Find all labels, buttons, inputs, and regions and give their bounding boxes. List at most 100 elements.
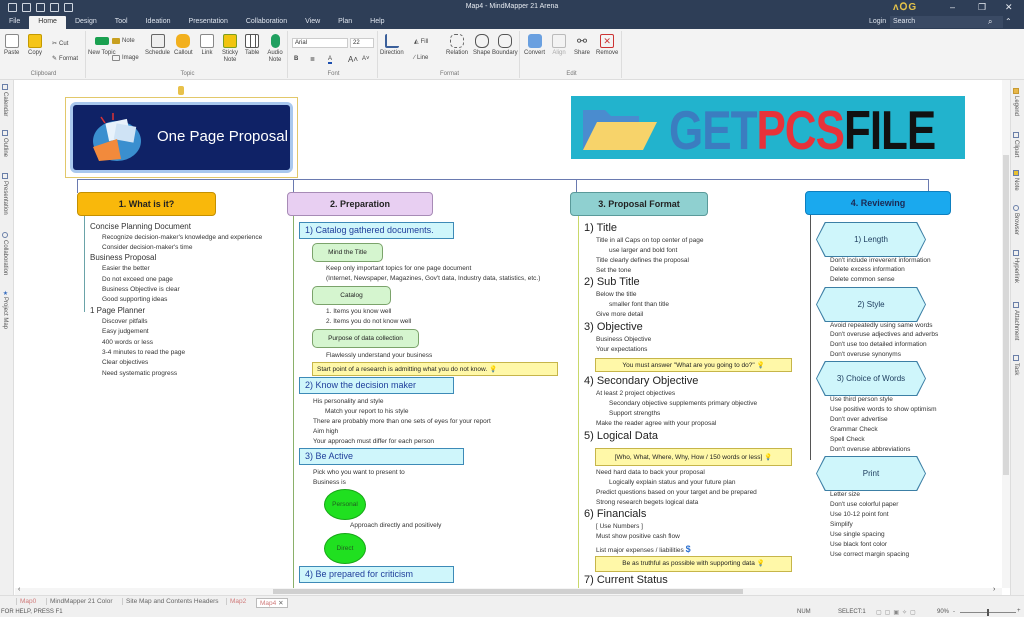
list-item[interactable]: Use black font color xyxy=(830,541,887,548)
menu-collaboration[interactable]: Collaboration xyxy=(237,16,296,29)
topic-what-is-it[interactable]: 1. What is it? xyxy=(77,192,216,216)
menu-help[interactable]: Help xyxy=(361,16,393,29)
remove-button[interactable]: ✕ Remove xyxy=(596,34,618,57)
tab-outline[interactable]: Outline xyxy=(2,130,8,157)
subtopic[interactable]: 6) Financials xyxy=(584,508,646,520)
list-item[interactable]: Don't include irreverent information xyxy=(830,257,931,264)
list-item[interactable]: Avoid repeatedly using same words xyxy=(830,322,933,329)
list-item[interactable]: Business is xyxy=(313,479,346,486)
tab-legend[interactable]: Legend xyxy=(1013,88,1019,116)
list-item[interactable]: Don't overuse abbreviations xyxy=(830,446,910,453)
login-link[interactable]: Login xyxy=(869,18,886,25)
subtopic-catalog-documents[interactable]: 1) Catalog gathered documents. xyxy=(299,222,454,239)
menu-view[interactable]: View xyxy=(296,16,329,29)
sticky-note[interactable]: Start point of a research is admitting w… xyxy=(312,362,558,376)
audio-note-button[interactable]: Audio Note xyxy=(264,34,286,64)
subtopic-be-prepared-for-criticism[interactable]: 4) Be prepared for criticism xyxy=(299,566,454,583)
fill-button[interactable]: ◭ Fill xyxy=(414,38,428,46)
list-item[interactable]: Aim high xyxy=(313,428,338,435)
tab-presentation[interactable]: Presentation xyxy=(2,173,8,215)
list-item[interactable]: Keep only important topics for one page … xyxy=(326,265,471,272)
list-item[interactable]: Match your report to his style xyxy=(325,408,408,415)
vertical-scrollbar[interactable] xyxy=(1002,80,1010,588)
menu-design[interactable]: Design xyxy=(66,16,106,29)
align-button[interactable]: ≣ xyxy=(310,56,315,63)
list-item[interactable]: Grammar Check xyxy=(830,426,878,433)
format-painter-button[interactable]: ✎ Format xyxy=(52,55,78,63)
cut-button[interactable]: ✂ Cut xyxy=(52,40,68,48)
list-item[interactable]: 2. Items you do not know well xyxy=(326,318,411,325)
list-item[interactable]: [ Use Numbers ] xyxy=(596,523,643,530)
list-item[interactable]: There are probably more than one sets of… xyxy=(313,418,491,425)
convert-button[interactable]: Convert xyxy=(524,34,545,57)
boundary-button[interactable]: Boundary xyxy=(492,34,518,57)
subtopic-style[interactable]: 2) Style xyxy=(817,288,925,321)
collapse-ribbon-icon[interactable]: ⌃ xyxy=(1005,17,1012,26)
tab-project-map[interactable]: ★Project Map xyxy=(2,290,9,329)
zoom-slider[interactable] xyxy=(960,609,1016,616)
list-item[interactable]: Pick who you want to present to xyxy=(313,469,405,476)
tab-task[interactable]: Task xyxy=(1013,355,1019,375)
menu-ideation[interactable]: Ideation xyxy=(137,16,180,29)
horizontal-scroll-thumb[interactable] xyxy=(273,589,743,594)
bold-button[interactable]: B xyxy=(294,56,298,62)
shrink-font-button[interactable]: A˅ xyxy=(362,56,370,62)
subtopic[interactable]: 5) Logical Data xyxy=(584,430,658,442)
close-button[interactable]: ✕ xyxy=(1005,2,1013,13)
copy-button[interactable]: Copy xyxy=(28,34,42,57)
list-item[interactable]: Clear objectives xyxy=(102,359,148,366)
list-item[interactable]: Title clearly defines the proposal xyxy=(596,257,689,264)
sticky-note-button[interactable]: Sticky Note xyxy=(220,34,240,64)
list-item[interactable]: (Internet, Newspaper, Magazines, Gov't d… xyxy=(326,275,540,282)
topic-proposal-format[interactable]: 3. Proposal Format xyxy=(570,192,708,216)
doc-tab[interactable]: Site Map and Contents Headers xyxy=(122,598,222,605)
list-item[interactable]: Easy judgement xyxy=(102,328,149,335)
list-item[interactable]: Need systematic progress xyxy=(102,370,177,377)
sticky-note[interactable]: You must answer "What are you going to d… xyxy=(595,358,792,372)
list-item[interactable]: Below the title xyxy=(596,291,636,298)
subtopic[interactable]: Concise Planning Document xyxy=(90,222,191,231)
list-item[interactable]: Do not exceed one page xyxy=(102,276,173,283)
paste-button[interactable]: Paste xyxy=(4,34,19,57)
tab-note[interactable]: Note xyxy=(1013,170,1019,191)
list-item[interactable]: Recognize decision-maker's knowledge and… xyxy=(102,234,262,241)
menu-plan[interactable]: Plan xyxy=(329,16,361,29)
topic-personal[interactable]: Personal xyxy=(324,489,366,520)
menu-tool[interactable]: Tool xyxy=(106,16,137,29)
zoom-in-icon[interactable]: + xyxy=(1017,608,1021,614)
list-item[interactable]: Easier the better xyxy=(102,265,150,272)
topic-preparation[interactable]: 2. Preparation xyxy=(287,192,433,216)
view-mode-icons[interactable]: ▢▢▣✧▢ xyxy=(876,609,919,616)
sticky-note[interactable]: Be as truthful as possible with supporti… xyxy=(595,556,792,572)
relation-button[interactable]: Relation xyxy=(446,34,468,57)
drag-handle-icon[interactable] xyxy=(178,86,184,95)
zoom-slider-thumb[interactable] xyxy=(987,609,989,616)
scroll-left-icon[interactable]: ‹ xyxy=(18,586,20,593)
subtopic-be-active[interactable]: 3) Be Active xyxy=(299,448,464,465)
doc-tab[interactable]: MindMapper 21 Color xyxy=(46,598,116,605)
menu-file[interactable]: File xyxy=(0,16,29,29)
subtopic-choice-of-words[interactable]: 3) Choice of Words xyxy=(817,362,925,395)
list-item[interactable]: Flawlessly understand your business xyxy=(326,352,432,359)
vertical-scroll-thumb[interactable] xyxy=(1003,155,1009,475)
callout-button[interactable]: Callout xyxy=(174,34,193,57)
subtopic-print[interactable]: Print xyxy=(817,457,925,490)
grow-font-button[interactable]: A˄ xyxy=(348,55,358,64)
list-item[interactable]: Discover pitfalls xyxy=(102,318,148,325)
list-item[interactable]: Simplify xyxy=(830,521,853,528)
list-item[interactable]: Spell Check xyxy=(830,436,865,443)
shape-button[interactable]: Shape xyxy=(473,34,490,57)
list-item[interactable]: Secondary objective supplements primary … xyxy=(609,400,757,407)
list-item[interactable]: Use 10-12 point font xyxy=(830,511,889,518)
sticky-note[interactable]: [Who, What, Where, Why, How / 150 words … xyxy=(595,448,792,466)
topic-mind-the-title[interactable]: Mind the Title xyxy=(312,243,383,262)
list-item[interactable]: Use correct margin spacing xyxy=(830,551,909,558)
list-item[interactable]: Letter size xyxy=(830,491,860,498)
doc-tab[interactable]: Map2 xyxy=(226,598,249,605)
mind-map-canvas[interactable]: One Page Proposal GETPCSFILE 1. What is … xyxy=(15,80,1003,588)
list-item[interactable]: Set the tone xyxy=(596,267,631,274)
font-size-select[interactable]: 22 xyxy=(350,38,374,48)
direction-button[interactable]: Direction xyxy=(380,34,404,57)
tab-attachment[interactable]: Attachment xyxy=(1013,302,1019,340)
list-item[interactable]: Support strengths xyxy=(609,410,660,417)
